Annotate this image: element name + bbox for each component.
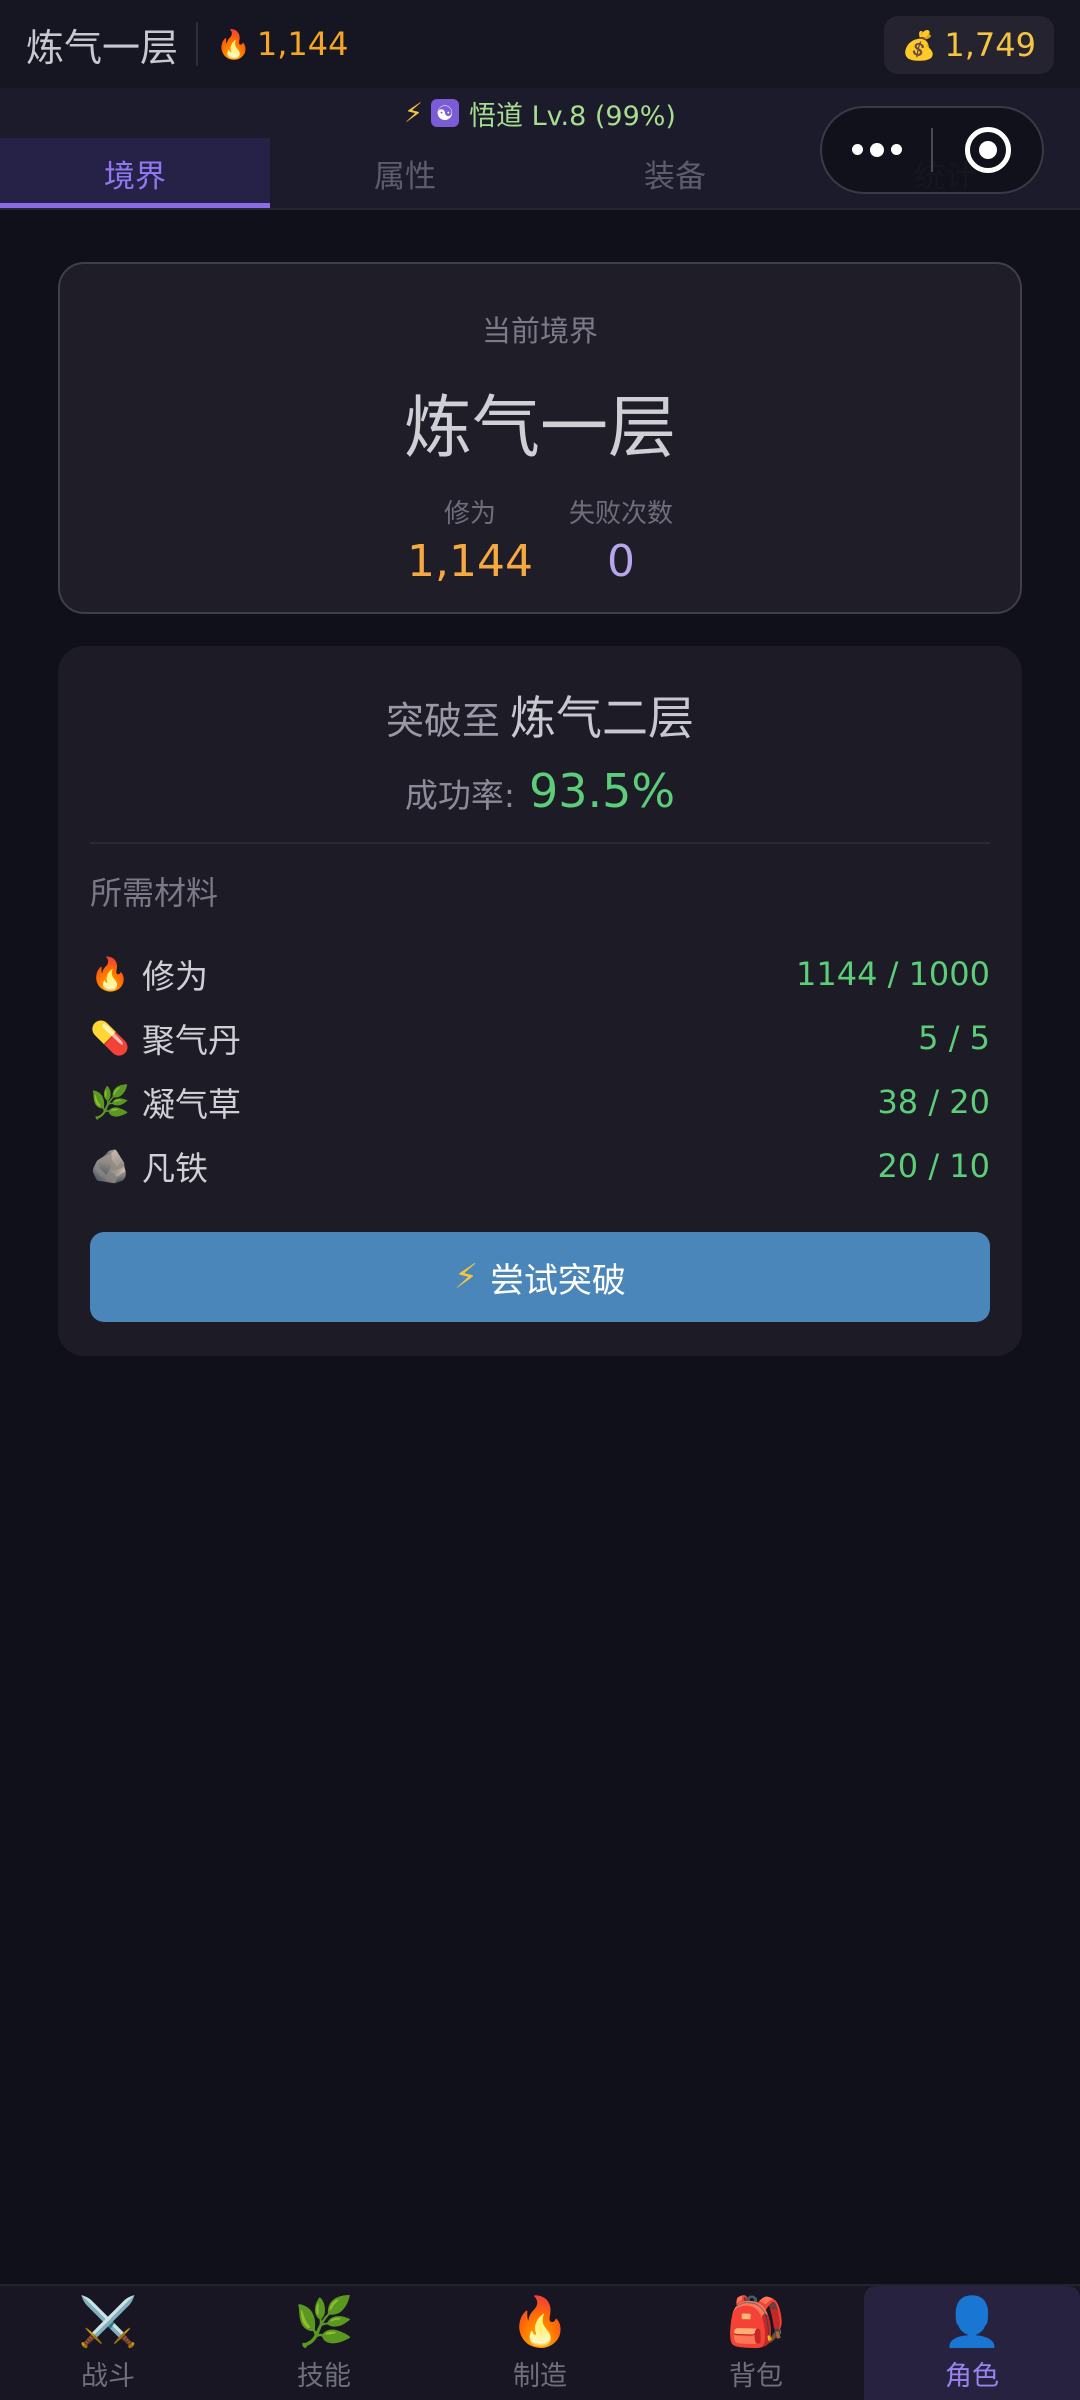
pill-icon: 💊: [90, 1019, 130, 1057]
nav-skills[interactable]: 🌿 技能: [216, 2286, 432, 2400]
crossed-swords-icon: ⚔️: [78, 2293, 138, 2350]
material-row-qi-pill: 💊 聚气丹 5 / 5: [90, 1019, 990, 1060]
current-realm-name: 炼气一层: [403, 389, 676, 468]
cultivation-counter: 🔥 1,144: [216, 25, 348, 63]
success-rate: 成功率: 93.5%: [404, 764, 676, 818]
material-quantity: 1144 / 1000: [796, 955, 990, 993]
miniprogram-capsule: [820, 106, 1044, 194]
material-quantity: 20 / 10: [877, 1147, 990, 1185]
target-circle-icon: [964, 127, 1011, 173]
gold-value: 1,749: [944, 26, 1036, 64]
material-quantity: 5 / 5: [918, 1019, 990, 1057]
breakthrough-title: 突破至 炼气二层: [385, 691, 694, 745]
money-bag-icon: 💰: [901, 28, 937, 62]
rock-icon: 🪨: [90, 1147, 130, 1185]
gold-counter[interactable]: 💰 1,749: [883, 16, 1054, 74]
nav-inventory[interactable]: 🎒 背包: [648, 2286, 864, 2400]
nav-battle[interactable]: ⚔️ 战斗: [0, 2286, 216, 2400]
target-realm: 炼气二层: [510, 691, 694, 745]
material-row-iron: 🪨 凡铁 20 / 10: [90, 1147, 990, 1188]
dot-icon: [869, 142, 884, 157]
cultivation-value: 1,144: [256, 25, 349, 63]
more-options-button[interactable]: [822, 142, 931, 157]
dot-icon: [851, 143, 863, 155]
nav-character[interactable]: 👤 角色: [864, 2286, 1080, 2400]
breakthrough-card: 突破至 炼气二层 成功率: 93.5% 所需材料 🔥 修为 1144 / 1000 💊…: [58, 646, 1022, 1356]
tab-equipment[interactable]: 装备: [540, 138, 810, 208]
cultivation-stat: 修为 1,144: [407, 499, 533, 587]
user-icon: 👤: [942, 2293, 1002, 2350]
material-row-qi-herb: 🌿 凝气草 38 / 20: [90, 1083, 990, 1124]
materials-title: 所需材料: [90, 874, 219, 912]
cultivation-stat-value: 1,144: [407, 536, 533, 587]
tab-realm[interactable]: 境界: [0, 138, 270, 208]
bottom-navigation: ⚔️ 战斗 🌿 技能 🔥 制造 🎒 背包 👤 角色: [0, 2284, 1080, 2400]
fire-icon: 🔥: [90, 955, 130, 993]
fire-icon: 🔥: [216, 27, 251, 61]
top-header: 炼气一层 🔥 1,144 💰 1,749: [0, 0, 1080, 88]
section-divider: [90, 842, 990, 844]
header-divider: [196, 22, 199, 66]
failure-count-value: 0: [606, 536, 635, 587]
fire-icon: 🔥: [510, 2293, 570, 2350]
failure-count-stat: 失败次数 0: [568, 499, 673, 587]
success-rate-value: 93.5%: [528, 764, 676, 818]
lightning-icon: ⚡: [454, 1257, 478, 1297]
dot-icon: [890, 143, 902, 155]
app-screen: 炼气一层 🔥 1,144 💰 1,749 ⚡ ☯ 悟道 Lv.8 (99%) 境…: [0, 0, 1080, 2400]
attempt-breakthrough-button[interactable]: ⚡ 尝试突破: [90, 1232, 990, 1322]
current-realm-card: 当前境界 炼气一层 修为 1,144 失败次数 0: [58, 262, 1022, 614]
close-miniprogram-button[interactable]: [933, 127, 1042, 173]
material-row-cultivation: 🔥 修为 1144 / 1000: [90, 955, 990, 996]
herb-icon: 🌿: [90, 1083, 130, 1121]
herb-icon: 🌿: [294, 2293, 354, 2350]
material-quantity: 38 / 20: [877, 1083, 990, 1121]
dao-level-text: 悟道 Lv.8 (99%): [469, 100, 676, 132]
lightning-icon: ⚡: [404, 97, 424, 129]
tab-attributes[interactable]: 属性: [270, 138, 540, 208]
current-realm-title: 炼气一层: [26, 25, 179, 70]
materials-list: 🔥 修为 1144 / 1000 💊 聚气丹 5 / 5 🌿 凝气草 38 / 20 …: [90, 942, 990, 1198]
realm-stats: 修为 1,144 失败次数 0: [60, 493, 1020, 587]
yin-yang-icon: ☯: [431, 99, 460, 127]
current-realm-label: 当前境界: [481, 314, 598, 348]
nav-crafting[interactable]: 🔥 制造: [432, 2286, 648, 2400]
backpack-icon: 🎒: [726, 2293, 786, 2350]
